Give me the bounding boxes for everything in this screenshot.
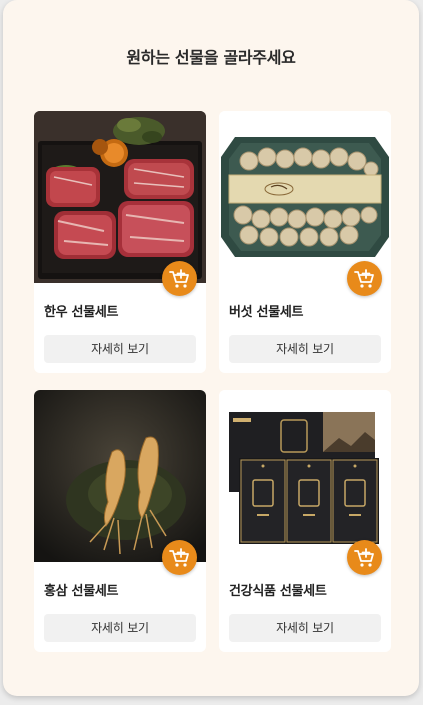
hanwoo-beef-image[interactable] bbox=[34, 111, 206, 283]
product-name: 한우 선물세트 bbox=[44, 305, 119, 320]
product-card-health-food[interactable]: 건강식품 선물세트 자세히 보기 bbox=[219, 390, 391, 652]
product-name: 홍삼 선물세트 bbox=[44, 584, 119, 599]
add-to-cart-icon bbox=[168, 547, 189, 567]
view-details-button[interactable]: 자세히 보기 bbox=[229, 614, 381, 642]
view-details-button[interactable]: 자세히 보기 bbox=[44, 335, 196, 363]
product-name: 버섯 선물세트 bbox=[229, 305, 304, 320]
health-food-box-image[interactable] bbox=[219, 390, 391, 562]
add-to-cart-icon bbox=[353, 268, 374, 288]
add-to-cart-icon bbox=[168, 268, 189, 288]
add-to-cart-button[interactable] bbox=[162, 261, 197, 296]
product-card-hanwoo[interactable]: 한우 선물세트 자세히 보기 bbox=[34, 111, 206, 373]
add-to-cart-icon bbox=[353, 547, 374, 567]
product-card-mushroom[interactable]: 버섯 선물세트 자세히 보기 bbox=[219, 111, 391, 373]
view-details-button[interactable]: 자세히 보기 bbox=[229, 335, 381, 363]
view-details-button[interactable]: 자세히 보기 bbox=[44, 614, 196, 642]
product-card-red-ginseng[interactable]: 홍삼 선물세트 자세히 보기 bbox=[34, 390, 206, 652]
add-to-cart-button[interactable] bbox=[347, 540, 382, 575]
mushroom-gift-box-image[interactable] bbox=[219, 111, 391, 283]
product-name: 건강식품 선물세트 bbox=[229, 584, 327, 599]
add-to-cart-button[interactable] bbox=[162, 540, 197, 575]
page-title: 원하는 선물을 골라주세요 bbox=[126, 48, 296, 67]
add-to-cart-button[interactable] bbox=[347, 261, 382, 296]
gift-selection-panel: 원하는 선물을 골라주세요 한우 선물세트 자세히 보기 버섯 선물세트 자세히… bbox=[3, 0, 419, 696]
red-ginseng-image[interactable] bbox=[34, 390, 206, 562]
